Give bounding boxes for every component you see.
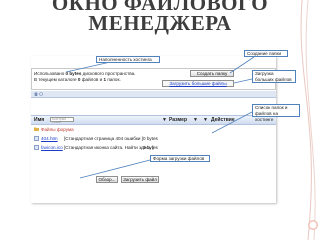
storage-info-box: Использовано 0 bytes дискового пространс… <box>31 68 276 90</box>
callout-hosting-fill: Наполненность хостинга <box>96 56 160 63</box>
usage-suffix: дискового пространства. <box>82 71 136 76</box>
table-row[interactable]: 404.htm [Стандартная страница 404 ошибки… <box>31 134 276 143</box>
refresh-icon[interactable] <box>39 92 43 96</box>
count-prefix: В текущем каталоге <box>34 77 77 82</box>
bulk-upload-link[interactable]: Загрузить большие файлы <box>162 80 234 87</box>
column-name[interactable]: Имя <box>34 117 44 123</box>
callout-bulk-upload: Загрузка больших файлов <box>252 70 296 83</box>
upload-file-button[interactable]: Загрузить файл <box>121 176 159 183</box>
folder-count: 1 <box>103 77 107 82</box>
count-line: В текущем каталоге 0 файлов и 1 папок. <box>34 77 121 83</box>
toolbar <box>31 91 276 98</box>
browse-button[interactable]: Обзор... <box>96 176 118 183</box>
sort-arrow-icon-size[interactable]: ▼ <box>193 117 198 123</box>
file-size: 0 bytes <box>143 136 158 141</box>
callout-create-folder: Создание папки <box>244 50 288 57</box>
file-icon <box>34 145 39 150</box>
callout-file-list: Список папок и файлов на хостинге <box>252 104 300 122</box>
file-size: 0 bytes <box>143 145 158 150</box>
slide-decoration <box>300 0 318 240</box>
bulk-upload-label: Загрузить большие файлы <box>169 81 227 86</box>
home-icon[interactable] <box>34 92 38 96</box>
count-middle: файлов и <box>81 77 103 82</box>
column-action: Действие <box>211 117 235 123</box>
file-name[interactable]: 404.htm <box>41 134 58 143</box>
file-description: [Стандартная страница 404 ошибки ] <box>64 136 143 141</box>
usage-prefix: Использовано <box>34 71 65 76</box>
file-link[interactable]: 404.htm <box>41 136 58 141</box>
file-link[interactable]: favicon.ico <box>41 145 63 150</box>
file-name[interactable]: favicon.ico <box>41 143 63 152</box>
column-action-sort[interactable]: ▼ <box>203 117 208 123</box>
file-description: [Стандартная иконка сайта. Найти здесь ] <box>64 145 154 150</box>
callout-upload-form: Форма загрузки файлов <box>150 155 210 162</box>
slide-title-line2: МЕНЕДЖЕРА <box>88 11 232 35</box>
table-row-folder[interactable]: Файлы форума <box>31 125 276 134</box>
folder-icon <box>34 127 39 131</box>
file-count: 0 <box>77 77 81 82</box>
table-row[interactable]: favicon.ico [Стандартная иконка сайта. Н… <box>31 143 276 152</box>
folder-name[interactable]: Файлы форума <box>41 125 74 134</box>
create-folder-button[interactable]: Создать папку <box>190 70 234 77</box>
count-suffix: папок. <box>107 77 121 82</box>
column-size[interactable]: Размер <box>169 117 187 123</box>
file-icon <box>34 136 39 141</box>
usage-value: 0 bytes <box>65 71 82 76</box>
quick-search-input[interactable]: Быстрый поиск <box>50 117 74 124</box>
sort-arrow-icon[interactable]: ▼ <box>162 117 167 123</box>
